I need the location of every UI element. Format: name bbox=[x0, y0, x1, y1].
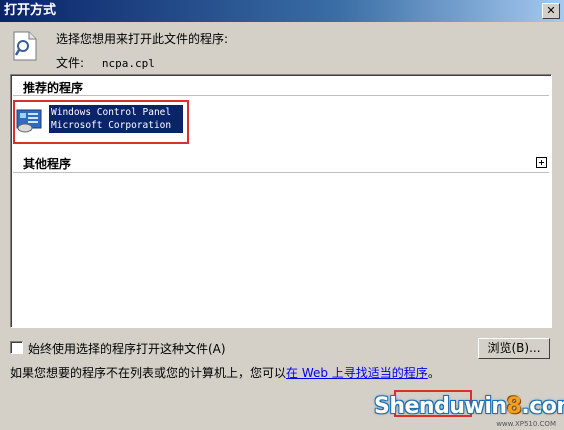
web-search-link[interactable]: 在 Web 上寻找适当的程序 bbox=[286, 366, 428, 380]
annotation-highlight bbox=[13, 100, 189, 144]
close-icon: ✕ bbox=[546, 4, 556, 17]
prompt-text: 选择您想用来打开此文件的程序: bbox=[56, 32, 229, 46]
footer-text: 如果您想要的程序不在列表或您的计算机上，您可以在 Web 上寻找适当的程序。 bbox=[10, 364, 440, 381]
file-label: 文件: bbox=[56, 56, 85, 70]
window-title: 打开方式 bbox=[4, 3, 57, 18]
divider bbox=[13, 172, 549, 173]
always-use-label: 始终使用选择的程序打开这种文件(A) bbox=[28, 342, 226, 356]
recommended-programs-header: 推荐的程序 bbox=[23, 81, 84, 95]
file-search-icon bbox=[13, 31, 37, 61]
other-programs-header: 其他程序 bbox=[23, 157, 72, 171]
plus-box-icon[interactable] bbox=[536, 157, 547, 168]
title-bar: 打开方式 ✕ bbox=[0, 0, 564, 22]
file-name: ncpa.cpl bbox=[101, 57, 155, 70]
divider bbox=[13, 95, 549, 96]
file-name-row: 文件: ncpa.cpl bbox=[56, 54, 155, 71]
program-list[interactable]: 推荐的程序 Windows Control Panel Microsoft Co… bbox=[10, 74, 552, 328]
browse-button[interactable]: 浏览(B)... bbox=[478, 338, 550, 359]
always-use-checkbox[interactable] bbox=[10, 341, 23, 354]
footer-text-before: 如果您想要的程序不在列表或您的计算机上，您可以 bbox=[10, 366, 287, 380]
watermark-logo: Shenduwin8.com www.XP510.COM bbox=[374, 394, 564, 428]
footer-text-after: 。 bbox=[427, 366, 440, 380]
close-button[interactable]: ✕ bbox=[542, 3, 560, 19]
